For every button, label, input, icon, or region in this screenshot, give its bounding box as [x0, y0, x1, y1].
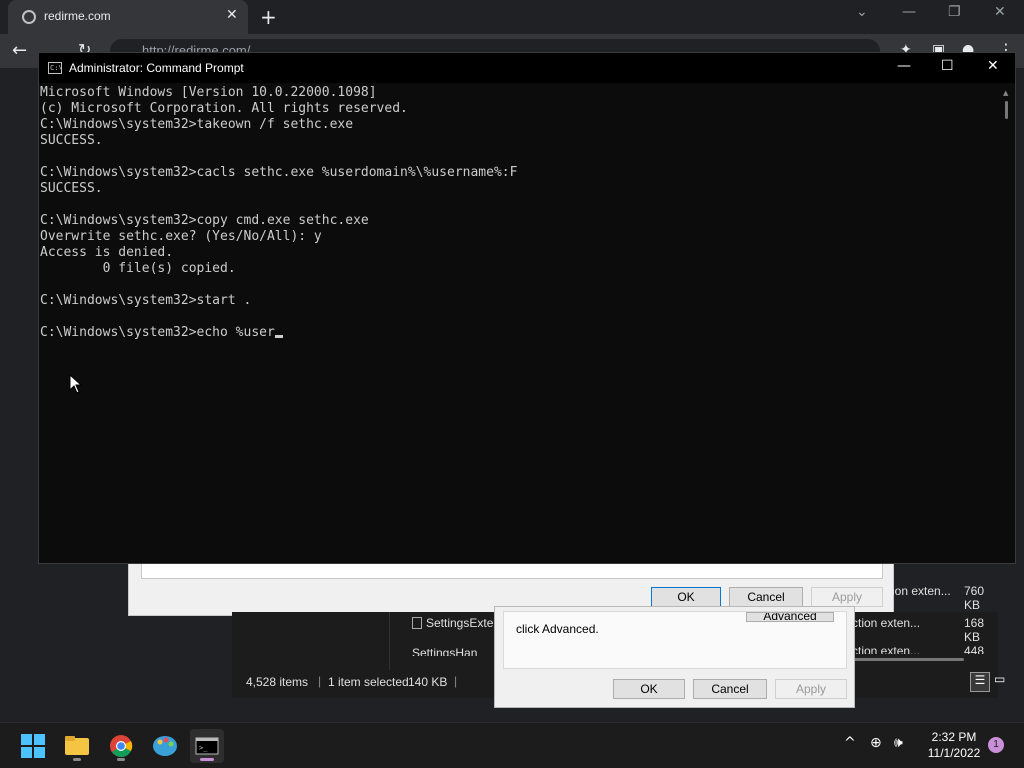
maximize-icon[interactable]: ☐	[941, 58, 954, 74]
scroll-up-icon[interactable]: ▲	[1003, 89, 1008, 97]
file-type: ion exten...	[892, 584, 951, 598]
tab-title: redirme.com	[44, 9, 111, 23]
active-indicator	[200, 758, 214, 761]
apply-button[interactable]: Apply	[775, 679, 847, 699]
console-line: C:\Windows\system32>start .	[40, 293, 252, 308]
cmd-icon: C:\	[48, 62, 63, 74]
window-title: Administrator: Command Prompt	[69, 61, 244, 75]
dialog-panel	[141, 563, 883, 579]
paint-taskbar-button[interactable]	[148, 729, 182, 763]
browser-tab[interactable]: redirme.com ✕	[8, 0, 248, 34]
tab-search-icon[interactable]: ⌄	[856, 4, 868, 20]
cancel-button[interactable]: Cancel	[693, 679, 767, 699]
network-globe-icon[interactable]: ⊕	[870, 735, 882, 751]
globe-icon	[22, 10, 36, 24]
status-size: 140 KB	[408, 675, 448, 689]
list-item[interactable]: SettingsHan	[412, 646, 477, 656]
cancel-button[interactable]: Cancel	[729, 587, 803, 607]
file-name: SettingsExte	[426, 616, 494, 630]
command-prompt-window[interactable]: C:\ Administrator: Command Prompt — ☐ ✕ …	[38, 52, 1016, 564]
file-type: ction exten...	[852, 616, 921, 630]
tab-strip: redirme.com ✕ + ⌄ — ❐ ✕	[0, 0, 1024, 34]
file-explorer-taskbar-button[interactable]	[60, 729, 94, 763]
console-line: C:\Windows\system32>cacls sethc.exe %use…	[40, 165, 518, 180]
chrome-taskbar-button[interactable]	[104, 729, 138, 763]
status-divider: |	[318, 674, 322, 688]
restore-icon[interactable]: ❐	[948, 4, 961, 20]
clock-date: 11/1/2022	[927, 746, 981, 760]
file-icon	[412, 617, 422, 629]
console-line: (c) Microsoft Corporation. All rights re…	[40, 101, 408, 116]
console-line: C:\Windows\system32>copy cmd.exe sethc.e…	[40, 213, 369, 228]
tiles-view-icon[interactable]: ▭	[994, 672, 1005, 686]
clock-time: 2:32 PM	[931, 730, 977, 744]
svg-text:>_: >_	[199, 744, 208, 752]
ok-button[interactable]: OK	[613, 679, 685, 699]
start-button[interactable]	[16, 729, 50, 763]
taskbar: >_ ^ ⊕ 🕪 2:32 PM 11/1/2022 1	[0, 722, 1024, 768]
file-size: 448 KB	[964, 644, 985, 654]
vertical-scrollbar[interactable]: ▲	[999, 83, 1015, 563]
running-indicator	[117, 758, 125, 761]
volume-icon[interactable]: 🕪	[894, 735, 903, 751]
file-type: ction exten...	[852, 644, 921, 654]
file-name: SettingsHan	[412, 646, 478, 656]
cmd-taskbar-button[interactable]: >_	[190, 729, 224, 763]
text-cursor	[274, 335, 283, 338]
console-line: Overwrite sethc.exe? (Yes/No/All): y	[40, 229, 322, 244]
list-item[interactable]: SettingsExte	[412, 616, 493, 634]
console-line: C:\Windows\system32>takeown /f sethc.exe	[40, 117, 354, 132]
close-icon[interactable]: ✕	[994, 4, 1006, 20]
console-line: Access is denied.	[40, 245, 174, 260]
status-divider: |	[454, 674, 458, 688]
scroll-thumb[interactable]	[1005, 101, 1008, 119]
show-hidden-icons-chevron-icon[interactable]: ^	[844, 735, 856, 751]
running-indicator	[73, 758, 81, 761]
status-item-count: 4,528 items	[246, 675, 309, 689]
minimize-icon[interactable]: —	[902, 4, 916, 20]
mouse-pointer-icon	[69, 374, 83, 394]
back-arrow-icon[interactable]: ←	[12, 40, 27, 61]
console-line: SUCCESS.	[40, 133, 103, 148]
console-input-line[interactable]: C:\Windows\system32>echo %user	[40, 325, 999, 341]
paint-palette-icon	[153, 736, 177, 756]
taskbar-clock[interactable]: 2:32 PM 11/1/2022	[922, 729, 986, 761]
horizontal-scrollbar[interactable]	[852, 658, 964, 661]
new-tab-button[interactable]: +	[260, 5, 277, 29]
console-output[interactable]: Microsoft Windows [Version 10.0.22000.10…	[39, 83, 999, 563]
dialog-panel: click Advanced. Advanced	[503, 611, 847, 669]
close-icon[interactable]: ✕	[987, 58, 999, 74]
console-line: Microsoft Windows [Version 10.0.22000.10…	[40, 85, 377, 100]
file-size: 168 KB	[964, 616, 985, 644]
nav-pane	[232, 612, 390, 670]
file-size: 760 KB	[964, 584, 985, 612]
apply-button[interactable]: Apply	[811, 587, 883, 607]
console-line: 0 file(s) copied.	[40, 261, 236, 276]
console-input[interactable]: C:\Windows\system32>echo %user	[40, 325, 275, 340]
details-view-icon[interactable]: ☰	[970, 672, 990, 692]
notification-badge[interactable]: 1	[988, 737, 1004, 753]
console-line: SUCCESS.	[40, 181, 103, 196]
windows-logo-icon	[21, 734, 45, 758]
cmd-title-bar[interactable]: C:\ Administrator: Command Prompt — ☐ ✕	[39, 53, 1015, 83]
ok-button[interactable]: OK	[651, 587, 721, 607]
minimize-icon[interactable]: —	[897, 58, 911, 74]
advanced-security-dialog: click Advanced. Advanced OK Cancel Apply	[494, 606, 855, 708]
advanced-button[interactable]: Advanced	[746, 612, 834, 622]
instruction-text: click Advanced.	[516, 622, 599, 636]
tab-close-icon[interactable]: ✕	[226, 7, 238, 23]
status-selected: 1 item selected	[328, 675, 409, 689]
